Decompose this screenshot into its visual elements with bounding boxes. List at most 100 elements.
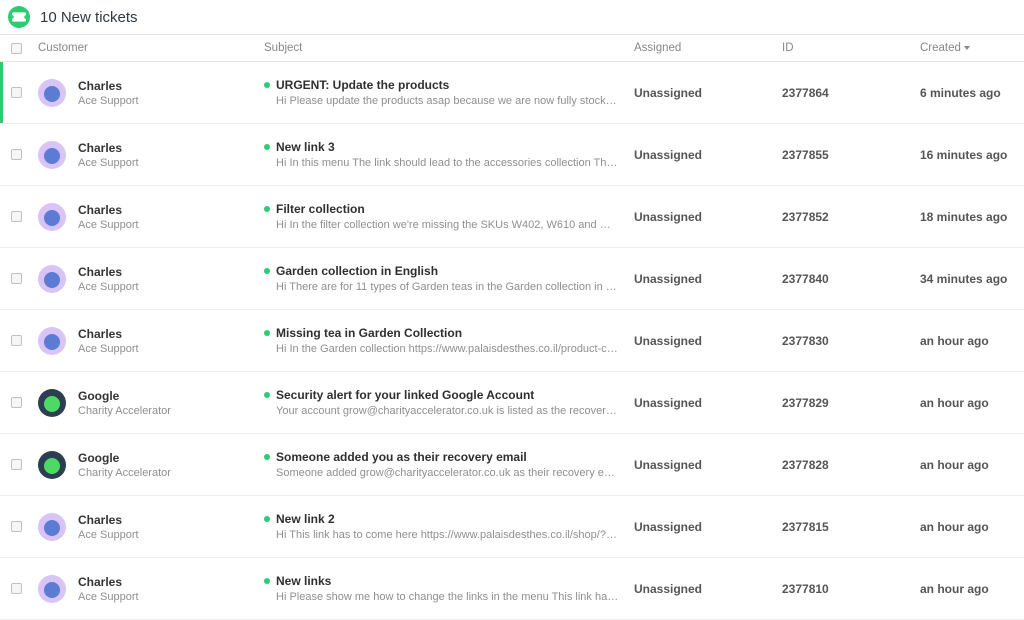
customer-org: Ace Support [78,529,139,541]
row-checkbox[interactable] [11,273,22,284]
id-cell: 2377852 [782,210,920,224]
status-dot-icon [264,392,270,398]
customer-cell: Google Charity Accelerator [32,389,264,417]
subject-preview: Hi Please show me how to change the link… [276,591,620,603]
ticket-row[interactable]: Charles Ace Support New link 2 Hi This l… [0,496,1024,558]
subject-cell: New links Hi Please show me how to chang… [264,574,634,603]
customer-org: Ace Support [78,591,139,603]
column-header-created-label: Created [920,42,961,54]
customer-cell: Charles Ace Support [32,265,264,293]
customer-cell: Charles Ace Support [32,575,264,603]
subject-preview: Someone added grow@charityaccelerator.co… [276,467,620,479]
avatar [38,265,66,293]
column-header-id[interactable]: ID [782,42,920,54]
customer-org: Ace Support [78,157,139,169]
row-select-cell[interactable] [0,335,32,346]
avatar [38,327,66,355]
ticket-row[interactable]: Charles Ace Support New links Hi Please … [0,558,1024,620]
subject-cell: New link 2 Hi This link has to come here… [264,512,634,541]
customer-name: Google [78,451,171,465]
row-select-cell[interactable] [0,87,32,98]
assigned-cell: Unassigned [634,86,782,100]
row-select-cell[interactable] [0,397,32,408]
row-checkbox[interactable] [11,397,22,408]
subject-title: URGENT: Update the products [276,78,449,92]
status-dot-icon [264,516,270,522]
subject-preview: Your account grow@charityaccelerator.co.… [276,405,620,417]
customer-org: Ace Support [78,343,139,355]
customer-cell: Charles Ace Support [32,203,264,231]
customer-name: Charles [78,203,139,217]
assigned-cell: Unassigned [634,396,782,410]
ticket-row[interactable]: Charles Ace Support New link 3 Hi In thi… [0,124,1024,186]
row-checkbox[interactable] [11,459,22,470]
subject-preview: Hi Please update the products asap becau… [276,95,620,107]
row-checkbox[interactable] [11,211,22,222]
column-header-subject[interactable]: Subject [264,42,634,54]
avatar [38,141,66,169]
created-cell: an hour ago [920,396,1024,410]
status-dot-icon [264,206,270,212]
row-checkbox[interactable] [11,583,22,594]
status-dot-icon [264,144,270,150]
created-cell: 16 minutes ago [920,148,1024,162]
ticket-row[interactable]: Charles Ace Support Missing tea in Garde… [0,310,1024,372]
select-all-cell[interactable] [0,43,32,54]
customer-org: Charity Accelerator [78,405,171,417]
subject-preview: Hi In this menu The link should lead to … [276,157,620,169]
customer-org: Charity Accelerator [78,467,171,479]
ticket-row[interactable]: Google Charity Accelerator Someone added… [0,434,1024,496]
assigned-cell: Unassigned [634,148,782,162]
column-header-created[interactable]: Created [920,42,1024,54]
subject-cell: Filter collection Hi In the filter colle… [264,202,634,231]
assigned-cell: Unassigned [634,272,782,286]
row-checkbox[interactable] [11,521,22,532]
page-title: 10 New tickets [40,9,138,26]
ticket-list: Charles Ace Support URGENT: Update the p… [0,62,1024,620]
subject-preview: Hi In the filter collection we're missin… [276,219,620,231]
id-cell: 2377830 [782,334,920,348]
id-cell: 2377829 [782,396,920,410]
customer-org: Ace Support [78,219,139,231]
row-select-cell[interactable] [0,273,32,284]
status-dot-icon [264,82,270,88]
assigned-cell: Unassigned [634,582,782,596]
id-cell: 2377810 [782,582,920,596]
customer-name: Charles [78,141,139,155]
row-checkbox[interactable] [11,335,22,346]
ticket-row[interactable]: Charles Ace Support Garden collection in… [0,248,1024,310]
customer-name: Charles [78,265,139,279]
subject-cell: Someone added you as their recovery emai… [264,450,634,479]
row-select-cell[interactable] [0,521,32,532]
status-dot-icon [264,330,270,336]
avatar [38,79,66,107]
subject-title: New links [276,574,331,588]
customer-name: Charles [78,79,139,93]
subject-preview: Hi In the Garden collection https://www.… [276,343,620,355]
select-all-checkbox[interactable] [11,43,22,54]
customer-name: Charles [78,513,139,527]
subject-cell: URGENT: Update the products Hi Please up… [264,78,634,107]
created-cell: an hour ago [920,582,1024,596]
status-dot-icon [264,454,270,460]
subject-cell: Garden collection in English Hi There ar… [264,264,634,293]
id-cell: 2377815 [782,520,920,534]
row-select-cell[interactable] [0,149,32,160]
customer-org: Ace Support [78,281,139,293]
ticket-row[interactable]: Google Charity Accelerator Security aler… [0,372,1024,434]
row-select-cell[interactable] [0,583,32,594]
row-select-cell[interactable] [0,211,32,222]
row-checkbox[interactable] [11,87,22,98]
subject-title: New link 2 [276,512,335,526]
column-header-assigned[interactable]: Assigned [634,42,782,54]
customer-cell: Charles Ace Support [32,327,264,355]
customer-cell: Charles Ace Support [32,79,264,107]
ticket-row[interactable]: Charles Ace Support Filter collection Hi… [0,186,1024,248]
row-checkbox[interactable] [11,149,22,160]
created-cell: an hour ago [920,334,1024,348]
customer-name: Google [78,389,171,403]
subject-cell: Security alert for your linked Google Ac… [264,388,634,417]
row-select-cell[interactable] [0,459,32,470]
column-header-customer[interactable]: Customer [32,42,264,54]
ticket-row[interactable]: Charles Ace Support URGENT: Update the p… [0,62,1024,124]
